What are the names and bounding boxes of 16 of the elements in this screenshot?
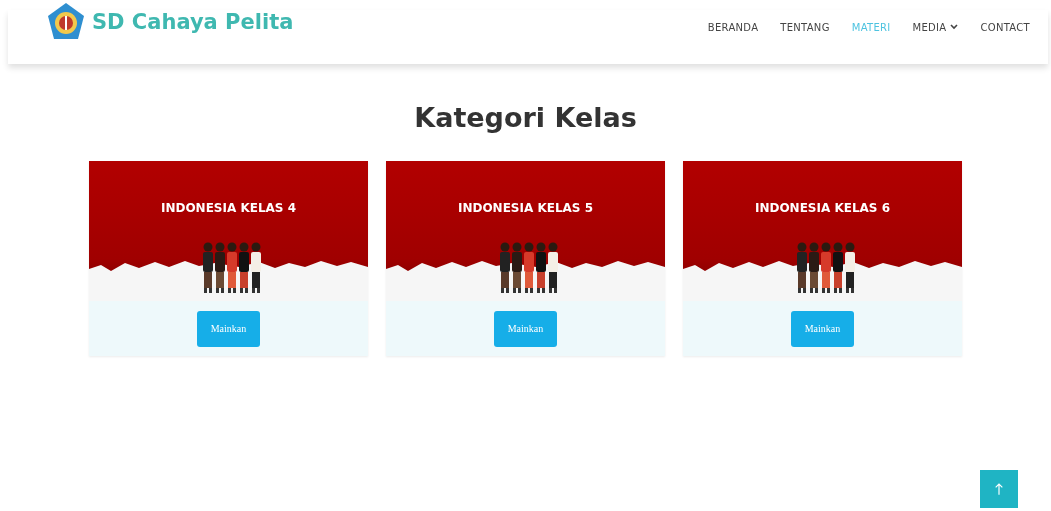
nav-link[interactable]: MEDIA [912, 21, 959, 33]
section-title: Kategori Kelas [414, 102, 637, 133]
nav-link[interactable]: CONTACT [980, 21, 1030, 33]
chevron-down-icon [950, 24, 959, 30]
arrow-up-icon [994, 482, 1004, 496]
nav-link[interactable]: MATERI [851, 21, 891, 33]
card-title: INDONESIA KELAS 5 [457, 201, 594, 215]
play-button[interactable]: Mainkan [791, 310, 854, 347]
nav-link[interactable]: BERANDA [707, 21, 759, 33]
card-title: INDONESIA KELAS 4 [160, 201, 297, 215]
back-to-top-button[interactable] [980, 470, 1018, 508]
play-button[interactable]: Mainkan [197, 310, 260, 347]
card-title: INDONESIA KELAS 6 [754, 201, 891, 215]
nav-link[interactable]: TENTANG [780, 21, 830, 33]
play-button[interactable]: Mainkan [494, 310, 557, 347]
site-logo-text[interactable]: SD Cahaya Pelita [92, 10, 294, 34]
